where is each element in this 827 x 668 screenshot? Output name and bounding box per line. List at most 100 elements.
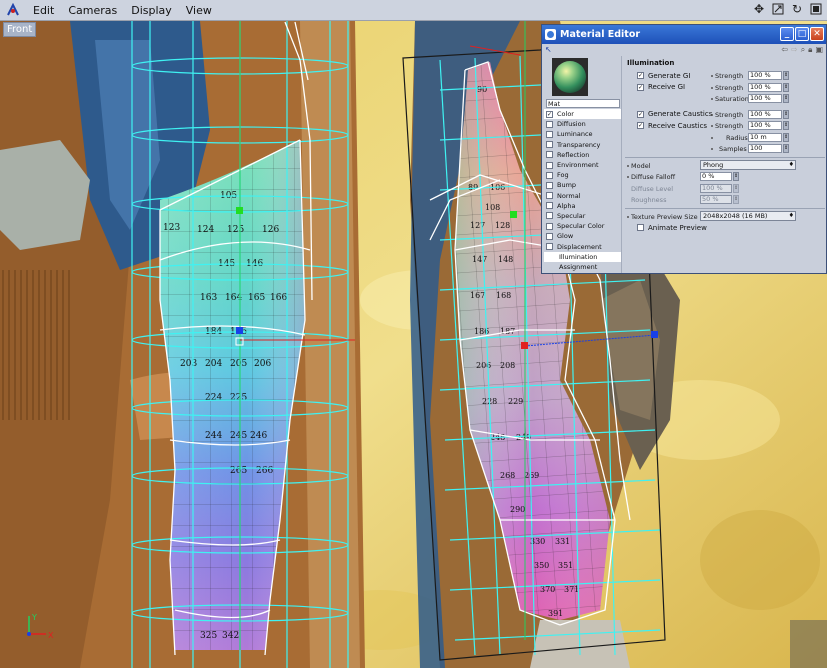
texture-preview-dropdown[interactable]: 2048x2048 (16 MB) ♦ bbox=[700, 210, 796, 221]
channel-label: Reflection bbox=[557, 150, 590, 159]
right-handle-green[interactable] bbox=[510, 211, 517, 218]
channel-label: Color bbox=[557, 110, 574, 119]
gi-strength-field[interactable]: 100 % bbox=[748, 71, 782, 80]
menu-cameras[interactable]: Cameras bbox=[61, 4, 124, 17]
caustics-strength-spinner[interactable]: ⇕ bbox=[783, 109, 789, 119]
gi-saturation-spinner[interactable]: ⇕ bbox=[783, 94, 789, 103]
new-window-icon[interactable]: ▣ bbox=[815, 45, 823, 55]
samples-field[interactable]: 100 bbox=[748, 144, 782, 153]
forward-arrow-icon[interactable]: ⇨ bbox=[791, 45, 798, 55]
gi-strength-spinner[interactable]: ⇕ bbox=[783, 71, 789, 80]
channel-item[interactable]: Fog bbox=[544, 170, 621, 180]
channel-label: Luminance bbox=[557, 130, 593, 139]
material-editor-window[interactable]: Material Editor _ □ ✕ ↖ ⇦ ⇨ ⌕ 🔒︎ ▣ Mat ✓… bbox=[541, 24, 827, 274]
channel-item[interactable]: ✓ Color bbox=[544, 109, 621, 120]
uv-label: 350 bbox=[534, 561, 549, 570]
channel-item[interactable]: Alpha bbox=[544, 201, 621, 211]
right-handle-blue[interactable] bbox=[651, 331, 658, 338]
gi-receive-strength-field[interactable]: 100 % bbox=[748, 82, 782, 92]
lock-icon[interactable]: 🔒︎ bbox=[808, 45, 812, 55]
menu-display[interactable]: Display bbox=[124, 4, 179, 17]
arrow-icon[interactable]: ↖ bbox=[545, 45, 552, 54]
gi-saturation-field[interactable]: 100 % bbox=[748, 94, 782, 103]
animate-preview-checkbox[interactable] bbox=[637, 224, 644, 232]
channel-checkbox[interactable] bbox=[546, 141, 553, 149]
back-arrow-icon[interactable]: ⇦ bbox=[781, 45, 788, 55]
generate-caustics-label: Generate Caustics bbox=[648, 110, 713, 119]
radius-label: Radius bbox=[726, 133, 748, 142]
channel-checkbox[interactable] bbox=[546, 243, 553, 251]
channel-item[interactable]: Displacement bbox=[544, 241, 621, 251]
uv-label: 370 bbox=[540, 585, 555, 594]
maximize-view-icon[interactable] bbox=[809, 2, 823, 16]
move-view-icon[interactable]: ✥ bbox=[752, 2, 766, 16]
diffuse-falloff-field[interactable]: 0 % bbox=[700, 172, 732, 181]
diffuse-falloff-spinner[interactable]: ⇕ bbox=[733, 172, 739, 181]
caustics-receive-strength-field[interactable]: 100 % bbox=[748, 121, 782, 130]
gi-receive-strength-spinner[interactable]: ⇕ bbox=[783, 82, 789, 92]
menu-view[interactable]: View bbox=[179, 4, 219, 17]
viewport-front[interactable]: 1051231241251261451461631641651661841852… bbox=[0, 0, 827, 668]
right-handle-red[interactable] bbox=[521, 342, 528, 349]
search-icon[interactable]: ⌕ bbox=[801, 45, 805, 55]
channel-checkbox[interactable] bbox=[546, 212, 553, 220]
channel-checkbox[interactable] bbox=[546, 192, 553, 200]
receive-gi-checkbox[interactable]: ✓ bbox=[637, 83, 644, 91]
radius-field[interactable]: 10 m bbox=[748, 132, 782, 142]
uv-label: 163 bbox=[200, 293, 217, 303]
caustics-strength-field[interactable]: 100 % bbox=[748, 109, 782, 119]
receive-caustics-checkbox[interactable]: ✓ bbox=[637, 122, 644, 130]
generate-caustics-checkbox[interactable]: ✓ bbox=[637, 110, 644, 118]
generate-gi-checkbox[interactable]: ✓ bbox=[637, 72, 644, 80]
channel-checkbox[interactable] bbox=[546, 181, 553, 189]
channel-label: Normal bbox=[557, 191, 581, 200]
uv-label: 224 bbox=[205, 393, 222, 403]
left-handle-green[interactable] bbox=[236, 207, 243, 214]
channel-checkbox[interactable] bbox=[546, 202, 553, 210]
material-name-field[interactable]: Mat bbox=[546, 99, 620, 108]
zoom-view-icon[interactable] bbox=[771, 2, 785, 16]
minimize-button[interactable]: _ bbox=[780, 27, 794, 41]
uv-label: 206 bbox=[254, 359, 271, 369]
channel-checkbox[interactable] bbox=[546, 171, 553, 179]
channel-item[interactable]: Specular bbox=[544, 211, 621, 221]
app-icon[interactable] bbox=[4, 1, 22, 19]
channel-item-illumination[interactable]: Illumination bbox=[544, 251, 621, 262]
channel-checkbox[interactable] bbox=[546, 222, 553, 230]
channel-checkbox[interactable] bbox=[546, 161, 553, 169]
uv-label: 351 bbox=[558, 561, 573, 570]
model-dropdown[interactable]: Phong ♦ bbox=[700, 159, 796, 170]
fringe bbox=[0, 270, 70, 420]
menu-edit[interactable]: Edit bbox=[26, 4, 61, 17]
channel-label: Specular bbox=[557, 211, 586, 220]
maximize-button[interactable]: □ bbox=[795, 27, 809, 41]
caustics-receive-strength-spinner[interactable]: ⇕ bbox=[783, 121, 789, 130]
channel-item[interactable]: Bump bbox=[544, 180, 621, 190]
channel-checkbox[interactable] bbox=[546, 130, 553, 138]
axis-indicator: Y X bbox=[27, 613, 54, 640]
close-button[interactable]: ✕ bbox=[810, 27, 824, 41]
rotate-view-icon[interactable]: ↻ bbox=[790, 2, 804, 16]
channel-item[interactable]: Diffusion bbox=[544, 119, 621, 129]
channel-item[interactable]: Transparency bbox=[544, 140, 621, 150]
channel-item[interactable]: Luminance bbox=[544, 129, 621, 139]
material-editor-title: Material Editor bbox=[560, 29, 641, 40]
left-handle-blue[interactable] bbox=[236, 327, 243, 334]
channel-checkbox[interactable] bbox=[546, 151, 553, 159]
channel-item[interactable]: Specular Color bbox=[544, 221, 621, 231]
samples-spinner[interactable]: ⇕ bbox=[783, 144, 789, 153]
material-editor-toolbar: ↖ ⇦ ⇨ ⌕ 🔒︎ ▣ bbox=[542, 44, 826, 55]
channel-checkbox[interactable]: ✓ bbox=[546, 110, 553, 118]
radius-spinner[interactable]: ⇕ bbox=[783, 132, 789, 142]
channel-checkbox[interactable] bbox=[546, 120, 553, 128]
uv-label: 206 bbox=[476, 361, 491, 370]
gi-strength-label: Strength bbox=[715, 72, 744, 80]
channel-item-assignment[interactable]: Assignment bbox=[544, 262, 621, 272]
channel-item[interactable]: Glow bbox=[544, 231, 621, 241]
channel-checkbox[interactable] bbox=[546, 232, 553, 240]
channel-item[interactable]: Normal bbox=[544, 191, 621, 201]
material-editor-titlebar[interactable]: Material Editor _ □ ✕ bbox=[542, 25, 826, 44]
material-preview[interactable] bbox=[552, 58, 588, 96]
channel-item[interactable]: Reflection bbox=[544, 150, 621, 160]
channel-item[interactable]: Environment bbox=[544, 160, 621, 170]
